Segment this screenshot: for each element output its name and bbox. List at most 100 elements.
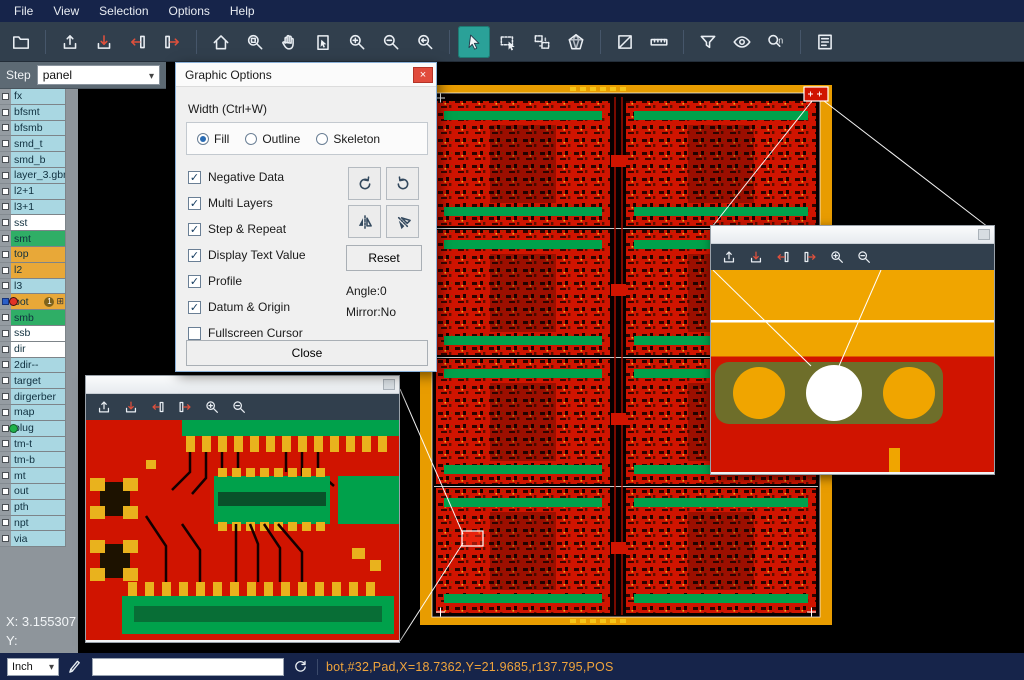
close-step-button[interactable] <box>771 246 794 268</box>
layer-name[interactable]: dir <box>11 342 66 358</box>
zoom-in-button[interactable] <box>825 246 848 268</box>
close-step-button[interactable] <box>146 396 169 418</box>
layer-visibility-checkbox[interactable] <box>0 389 11 405</box>
layer-name[interactable]: 2dir-- <box>11 358 66 374</box>
layer-name[interactable]: dirgerber <box>11 389 66 405</box>
zoom-previous-button[interactable] <box>409 26 441 58</box>
layer-visibility-checkbox[interactable] <box>0 531 11 547</box>
radio-skeleton[interactable]: Skeleton <box>316 132 380 146</box>
layer-visibility-checkbox[interactable] <box>0 421 11 437</box>
select-window-button[interactable] <box>492 26 524 58</box>
checkbox-datum-origin[interactable]: Datum & Origin <box>188 299 306 315</box>
layer-name[interactable]: bot1 <box>11 294 66 310</box>
layer-name[interactable]: ssb <box>11 326 66 342</box>
layer-visibility-checkbox[interactable] <box>0 326 11 342</box>
zoom-in-button[interactable] <box>200 396 223 418</box>
open-step-button[interactable] <box>798 246 821 268</box>
layer-visibility-checkbox[interactable] <box>0 342 11 358</box>
radio-outline[interactable]: Outline <box>245 132 300 146</box>
step-select[interactable]: panel <box>37 65 160 85</box>
command-input[interactable] <box>92 658 284 676</box>
layer-visibility-checkbox[interactable] <box>0 373 11 389</box>
layer-name[interactable]: map <box>11 405 66 421</box>
layer-name[interactable]: layer_3.gbr <box>11 168 66 184</box>
menu-file[interactable]: File <box>4 2 43 20</box>
measure-line-button[interactable] <box>609 26 641 58</box>
close-button[interactable]: Close <box>186 340 428 366</box>
open-step-button[interactable] <box>156 26 188 58</box>
open-step-button[interactable] <box>173 396 196 418</box>
layer-name[interactable]: sst <box>11 215 66 231</box>
layer-visibility-checkbox[interactable] <box>0 500 11 516</box>
layer-name[interactable]: top <box>11 247 66 263</box>
import-file-button[interactable] <box>54 26 86 58</box>
dialog-close-button[interactable]: × <box>413 67 433 83</box>
layer-name[interactable]: mt <box>11 468 66 484</box>
reset-button[interactable]: Reset <box>346 245 422 271</box>
close-step-button[interactable] <box>122 26 154 58</box>
checkbox-profile[interactable]: Profile <box>188 273 306 289</box>
window-button-icon[interactable] <box>978 229 990 240</box>
layer-name[interactable]: plug <box>11 421 66 437</box>
layer-visibility-checkbox[interactable] <box>0 121 11 137</box>
pan-button[interactable] <box>273 26 305 58</box>
layer-name[interactable]: l2+1 <box>11 184 66 200</box>
layer-name[interactable]: pth <box>11 500 66 516</box>
menu-help[interactable]: Help <box>220 2 265 20</box>
checkbox-fullscreen-cursor[interactable]: Fullscreen Cursor <box>188 325 306 341</box>
rotate-ccw-button[interactable] <box>386 167 419 200</box>
highlight-eye-button[interactable] <box>726 26 758 58</box>
window-button-icon[interactable] <box>383 379 395 390</box>
layer-visibility-checkbox[interactable] <box>0 294 11 310</box>
layer-name[interactable]: target <box>11 373 66 389</box>
layer-visibility-checkbox[interactable] <box>0 231 11 247</box>
report-button[interactable] <box>809 26 841 58</box>
layer-visibility-checkbox[interactable] <box>0 136 11 152</box>
layer-name[interactable]: bfsmt <box>11 105 66 121</box>
unit-select[interactable]: Inch <box>7 658 59 676</box>
zoom-in-button[interactable] <box>341 26 373 58</box>
layer-name[interactable]: l3+1 <box>11 200 66 216</box>
rotate-cw-button[interactable] <box>348 167 381 200</box>
layer-visibility-checkbox[interactable] <box>0 484 11 500</box>
magnifier-window-2[interactable] <box>710 225 995 475</box>
refresh-icon[interactable] <box>292 658 309 675</box>
layer-name[interactable]: out <box>11 484 66 500</box>
magnifier-titlebar[interactable] <box>86 376 399 394</box>
layer-visibility-checkbox[interactable] <box>0 279 11 295</box>
layer-visibility-checkbox[interactable] <box>0 215 11 231</box>
find-text-button[interactable]: n <box>760 26 792 58</box>
layer-name[interactable]: smd_b <box>11 152 66 168</box>
radio-fill[interactable]: Fill <box>197 132 229 146</box>
zoom-out-button[interactable] <box>227 396 250 418</box>
magnifier-window-1[interactable] <box>85 375 400 643</box>
select-group-button[interactable] <box>526 26 558 58</box>
layer-name[interactable]: smd_t <box>11 136 66 152</box>
view-page-button[interactable] <box>307 26 339 58</box>
export-file-button[interactable] <box>119 396 142 418</box>
dialog-titlebar[interactable]: Graphic Options × <box>176 63 436 87</box>
layer-visibility-checkbox[interactable] <box>0 263 11 279</box>
layer-name[interactable]: fx <box>11 89 66 105</box>
layer-name[interactable]: tm-b <box>11 452 66 468</box>
checkbox-display-text-value[interactable]: Display Text Value <box>188 247 306 263</box>
mirror-horizontal-button[interactable] <box>348 205 381 238</box>
select-cursor-button[interactable] <box>458 26 490 58</box>
layer-visibility-checkbox[interactable] <box>0 168 11 184</box>
layer-name[interactable]: bfsmb <box>11 121 66 137</box>
checkbox-multi-layers[interactable]: Multi Layers <box>188 195 306 211</box>
layer-visibility-checkbox[interactable] <box>0 452 11 468</box>
menu-view[interactable]: View <box>43 2 89 20</box>
ruler-button[interactable] <box>643 26 675 58</box>
layer-visibility-checkbox[interactable] <box>0 105 11 121</box>
zoom-out-button[interactable] <box>375 26 407 58</box>
export-file-button[interactable] <box>744 246 767 268</box>
layers-gem-button[interactable] <box>560 26 592 58</box>
layer-name[interactable]: tm-t <box>11 437 66 453</box>
export-file-button[interactable] <box>88 26 120 58</box>
layer-visibility-checkbox[interactable] <box>0 437 11 453</box>
layer-visibility-checkbox[interactable] <box>0 468 11 484</box>
menu-selection[interactable]: Selection <box>89 2 158 20</box>
layer-visibility-checkbox[interactable] <box>0 310 11 326</box>
layer-name[interactable]: via <box>11 531 66 547</box>
